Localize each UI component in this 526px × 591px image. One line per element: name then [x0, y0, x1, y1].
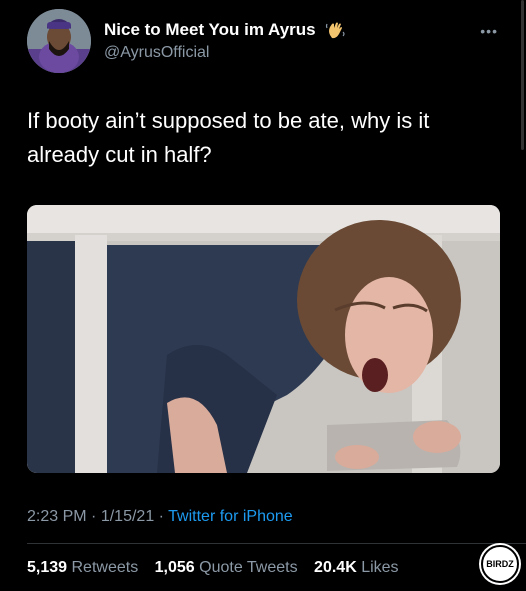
- more-dots-icon[interactable]: •••: [480, 23, 498, 39]
- likes-label[interactable]: Likes: [361, 559, 398, 576]
- tweet-date[interactable]: 1/15/21: [101, 508, 154, 525]
- watermark-text: BIRDZ: [486, 559, 514, 569]
- tweet-meta: 2:23 PM · 1/15/21 · Twitter for iPhone: [27, 508, 293, 525]
- tweet-time: 2:23 PM: [27, 508, 87, 525]
- avatar[interactable]: [27, 9, 91, 73]
- birdz-watermark-logo: BIRDZ: [481, 545, 519, 583]
- scrollbar[interactable]: [521, 0, 524, 150]
- display-name[interactable]: Nice to Meet You im Ayrus: [104, 20, 316, 40]
- media-image: [27, 205, 500, 473]
- likes-count[interactable]: 20.4K: [314, 559, 357, 576]
- handle[interactable]: @AyrusOfficial: [104, 44, 209, 62]
- quotes-label[interactable]: Quote Tweets: [199, 559, 297, 576]
- tweet-text: If booty ain’t supposed to be ate, why i…: [27, 108, 430, 167]
- tweet-stats: 5,139 Retweets 1,056 Quote Tweets 20.4K …: [27, 559, 399, 577]
- retweets-count[interactable]: 5,139: [27, 559, 67, 576]
- quotes-count[interactable]: 1,056: [155, 559, 195, 576]
- tweet-source[interactable]: Twitter for iPhone: [168, 508, 293, 525]
- tweet-media[interactable]: [27, 205, 500, 473]
- waving-hand-icon: [325, 22, 345, 39]
- avatar-photo: [27, 9, 91, 73]
- divider: [27, 543, 526, 544]
- retweets-label[interactable]: Retweets: [72, 559, 139, 576]
